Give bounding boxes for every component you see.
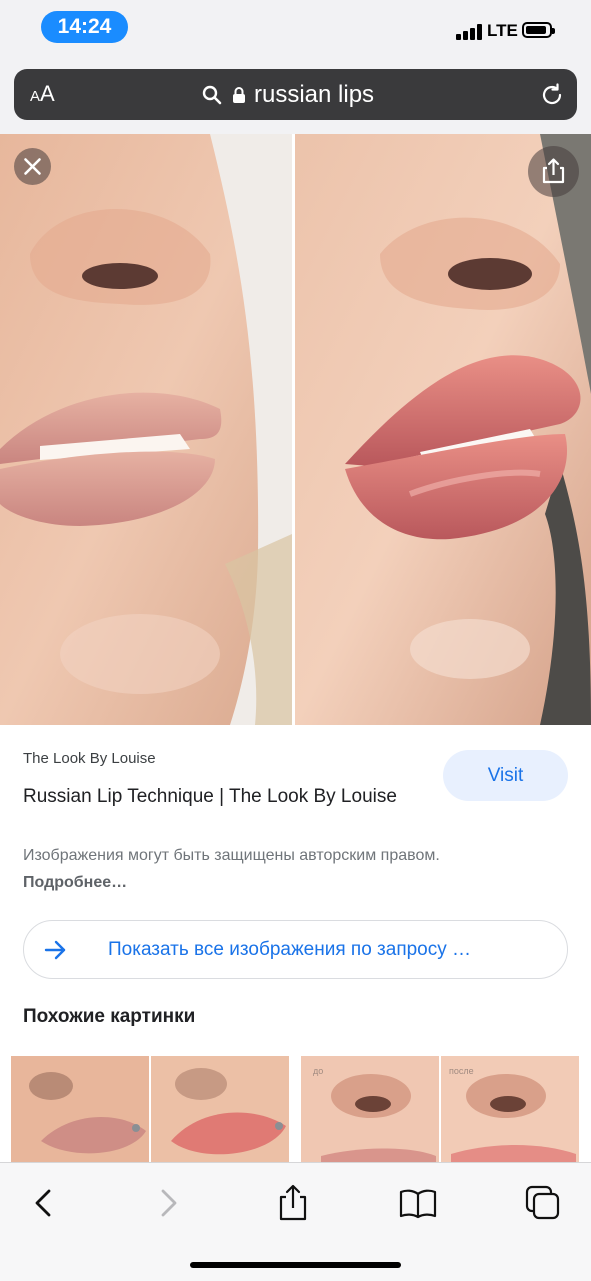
- status-bar: 14:24 LTE: [0, 0, 591, 60]
- url-text: russian lips: [254, 81, 375, 108]
- back-icon[interactable]: [22, 1183, 66, 1223]
- lock-icon: [232, 86, 246, 104]
- close-icon: [24, 158, 41, 175]
- image-share-button[interactable]: [528, 146, 579, 197]
- similar-image-thumbnail[interactable]: [11, 1056, 289, 1166]
- signal-icon: [456, 24, 482, 40]
- forward-icon[interactable]: [146, 1183, 190, 1223]
- url-field[interactable]: russian lips: [202, 81, 374, 109]
- after-label: после: [449, 1066, 474, 1076]
- similar-images-heading: Похожие картинки: [23, 1006, 196, 1027]
- network-label: LTE: [487, 21, 518, 40]
- bookmarks-icon[interactable]: [396, 1183, 440, 1223]
- status-time: 14:24: [41, 11, 128, 43]
- copyright-text: Изображения могут быть защищены авторски…: [23, 847, 440, 864]
- tabs-icon[interactable]: [521, 1183, 565, 1223]
- copyright-notice: Изображения могут быть защищены авторски…: [23, 842, 443, 896]
- similar-image-thumbnail[interactable]: до после: [301, 1056, 579, 1166]
- learn-more-link[interactable]: Подробнее…: [23, 874, 127, 891]
- share-icon[interactable]: [271, 1183, 315, 1223]
- share-icon: [542, 158, 565, 184]
- browser-top-bar: AA russian lips: [0, 60, 591, 134]
- result-source: The Look By Louise: [23, 750, 156, 767]
- search-icon: [202, 85, 222, 105]
- show-all-label: Показать все изображения по запросу …: [108, 939, 472, 960]
- address-bar[interactable]: AA russian lips: [14, 69, 577, 120]
- main-result-image[interactable]: [0, 134, 591, 725]
- battery-icon: [522, 22, 555, 38]
- result-title[interactable]: Russian Lip Technique | The Look By Loui…: [23, 782, 403, 811]
- before-label: до: [313, 1066, 323, 1076]
- reload-icon[interactable]: [539, 82, 565, 113]
- close-button[interactable]: [14, 148, 51, 185]
- show-all-images-button[interactable]: Показать все изображения по запросу …: [23, 920, 568, 979]
- home-indicator: [190, 1262, 401, 1268]
- arrow-right-icon: [44, 939, 68, 966]
- text-size-button[interactable]: AA: [30, 81, 55, 107]
- visit-button[interactable]: Visit: [443, 750, 568, 801]
